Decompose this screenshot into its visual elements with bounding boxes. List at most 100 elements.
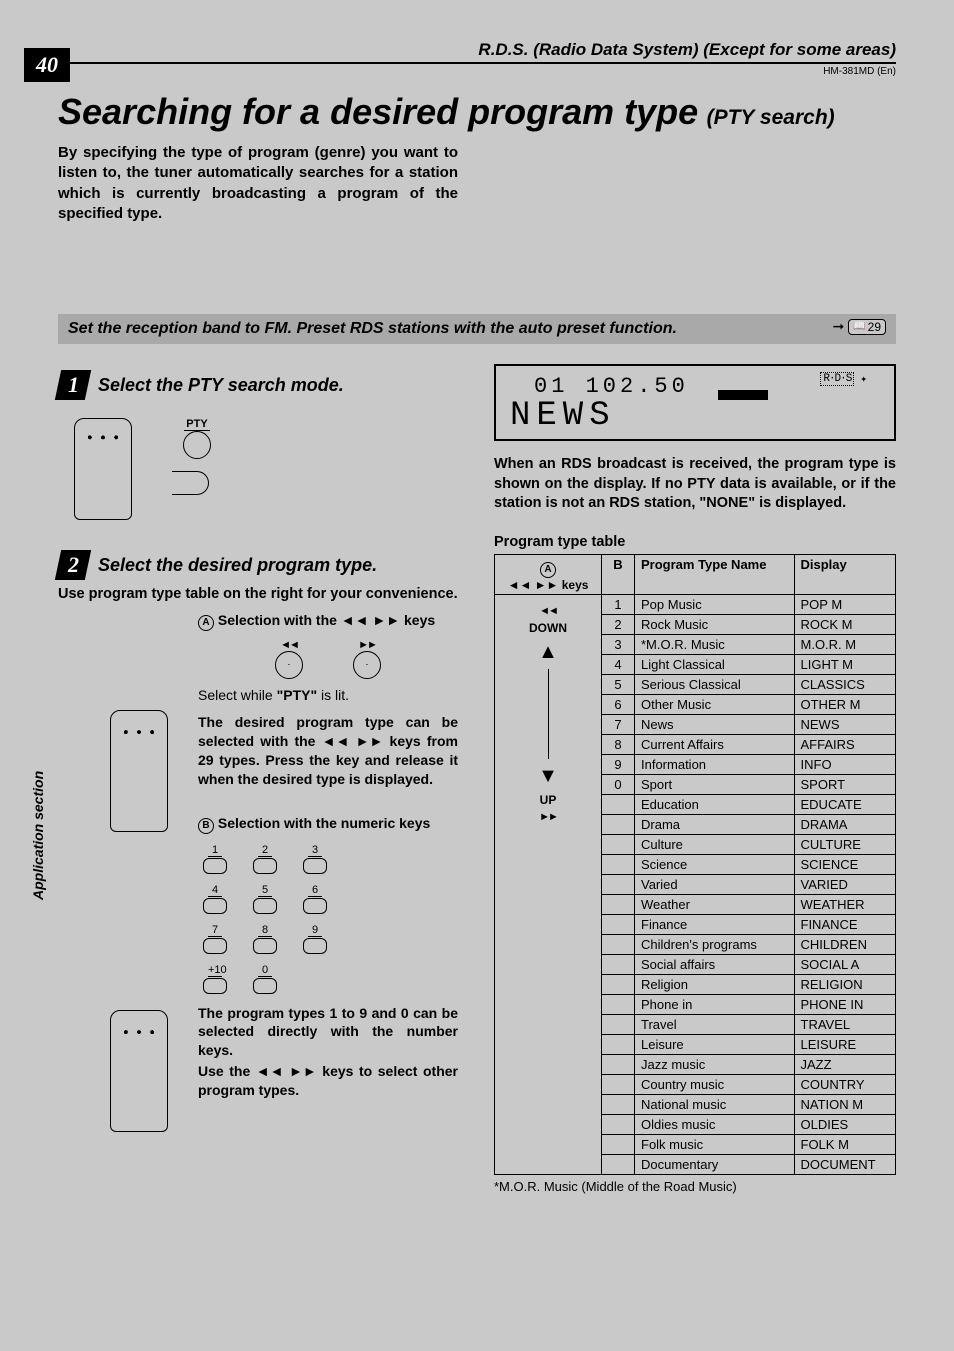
keypad-key: 8 xyxy=(248,924,282,954)
program-type-display: FOLK M xyxy=(794,1134,896,1154)
forward-icon: ►► xyxy=(358,639,376,651)
row-index xyxy=(602,954,635,974)
program-type-name: Varied xyxy=(635,874,795,894)
header-title: R.D.S. (Radio Data System) (Except for s… xyxy=(58,40,896,64)
program-type-display: SCIENCE xyxy=(794,854,896,874)
program-type-display: NEWS xyxy=(794,714,896,734)
program-type-name: National music xyxy=(635,1094,795,1114)
display-bar-icon xyxy=(718,390,768,400)
col-a-body: ◄◄DOWN▲▼UP►► xyxy=(495,594,602,1174)
book-icon: 📖 xyxy=(853,321,865,332)
program-type-display: WEATHER xyxy=(794,894,896,914)
step-1-title: Select the PTY search mode. xyxy=(98,375,344,396)
program-type-name: Oldies music xyxy=(635,1114,795,1134)
program-type-name: Drama xyxy=(635,814,795,834)
row-index: 1 xyxy=(602,594,635,614)
program-type-name: Finance xyxy=(635,914,795,934)
row-index: 9 xyxy=(602,754,635,774)
program-type-display: DOCUMENT xyxy=(794,1154,896,1174)
program-type-name: News xyxy=(635,714,795,734)
selection-a-label: Selection with the ◄◄ ►► keys xyxy=(218,612,435,628)
program-type-table: A ◄◄ ►► keys B Program Type Name Display… xyxy=(494,554,896,1175)
step-2-number: 2 xyxy=(55,550,91,580)
row-index xyxy=(602,1134,635,1154)
rewind-icon: ◄◄ xyxy=(280,639,298,651)
row-index xyxy=(602,974,635,994)
page-ref-badge: ➞ 📖29 xyxy=(832,318,886,335)
row-index xyxy=(602,894,635,914)
program-type-name: Religion xyxy=(635,974,795,994)
col-a-header: A ◄◄ ►► keys xyxy=(495,554,602,594)
program-type-name: Science xyxy=(635,854,795,874)
program-type-display: OLDIES xyxy=(794,1114,896,1134)
pty-button-icon xyxy=(183,431,211,459)
row-index xyxy=(602,1094,635,1114)
program-type-name: Documentary xyxy=(635,1154,795,1174)
program-type-name: Phone in xyxy=(635,994,795,1014)
page-number: 40 xyxy=(24,48,70,82)
program-type-name: Information xyxy=(635,754,795,774)
program-type-name: Children's programs xyxy=(635,934,795,954)
row-index xyxy=(602,1054,635,1074)
program-type-display: CHILDREN xyxy=(794,934,896,954)
up-label: UP xyxy=(540,793,557,807)
program-type-name: Social affairs xyxy=(635,954,795,974)
row-index xyxy=(602,874,635,894)
instruction-bar: Set the reception band to FM. Preset RDS… xyxy=(58,314,896,344)
table-row: ◄◄DOWN▲▼UP►►1Pop MusicPOP M xyxy=(495,594,896,614)
col-display-header: Display xyxy=(794,554,896,594)
program-type-name: Country music xyxy=(635,1074,795,1094)
row-index: 0 xyxy=(602,774,635,794)
col-name-header: Program Type Name xyxy=(635,554,795,594)
step-1-number: 1 xyxy=(55,370,91,400)
row-index xyxy=(602,814,635,834)
program-type-display: AFFAIRS xyxy=(794,734,896,754)
program-type-name: Weather xyxy=(635,894,795,914)
row-index: 3 xyxy=(602,634,635,654)
keypad-key: 1 xyxy=(198,844,232,874)
up-arrow-icon: ▲ xyxy=(538,645,558,659)
program-type-display: OTHER M xyxy=(794,694,896,714)
down-label: DOWN xyxy=(529,621,567,635)
program-type-display: COUNTRY xyxy=(794,1074,896,1094)
row-index xyxy=(602,1114,635,1134)
circle-b-header-icon: B xyxy=(613,557,622,572)
program-type-name: Light Classical xyxy=(635,654,795,674)
program-type-display: INFO xyxy=(794,754,896,774)
program-type-name: Education xyxy=(635,794,795,814)
program-type-display: SPORT xyxy=(794,774,896,794)
program-type-display: POP M xyxy=(794,594,896,614)
selection-a-bold: The desired program type can be selected… xyxy=(198,713,458,789)
program-type-display: CULTURE xyxy=(794,834,896,854)
instruction-bar-text: Set the reception band to FM. Preset RDS… xyxy=(68,320,677,337)
keypad-key: 4 xyxy=(198,884,232,914)
program-type-display: FINANCE xyxy=(794,914,896,934)
program-type-display: LIGHT M xyxy=(794,654,896,674)
row-index: 5 xyxy=(602,674,635,694)
col-a-header-keys: ◄◄ ►► keys xyxy=(508,578,589,592)
skip-fwd-button-icon: ⋅ xyxy=(353,651,381,679)
program-type-name: Sport xyxy=(635,774,795,794)
circle-a-header-icon: A xyxy=(540,562,556,578)
numeric-keypad-icon: 123456789+100 xyxy=(198,844,458,994)
page-title-main: Searching for a desired program type xyxy=(58,91,698,132)
row-index xyxy=(602,994,635,1014)
selection-b-bold2: Use the ◄◄ ►► keys to select other progr… xyxy=(198,1062,458,1100)
page-title-sub: (PTY search) xyxy=(707,106,835,129)
keypad-key: 9 xyxy=(298,924,332,954)
program-type-display: PHONE IN xyxy=(794,994,896,1014)
row-index xyxy=(602,914,635,934)
program-type-display: SOCIAL A xyxy=(794,954,896,974)
circle-b-icon: B xyxy=(198,818,214,834)
row-index: 6 xyxy=(602,694,635,714)
circle-a-icon: A xyxy=(198,615,214,631)
keypad-key: 2 xyxy=(248,844,282,874)
program-type-name: Current Affairs xyxy=(635,734,795,754)
keypad-key: 3 xyxy=(298,844,332,874)
program-type-name: Other Music xyxy=(635,694,795,714)
row-index: 4 xyxy=(602,654,635,674)
keypad-key: 6 xyxy=(298,884,332,914)
selection-a-note: Select while "PTY" is lit. xyxy=(198,687,458,703)
row-index xyxy=(602,834,635,854)
program-type-display: CLASSICS xyxy=(794,674,896,694)
